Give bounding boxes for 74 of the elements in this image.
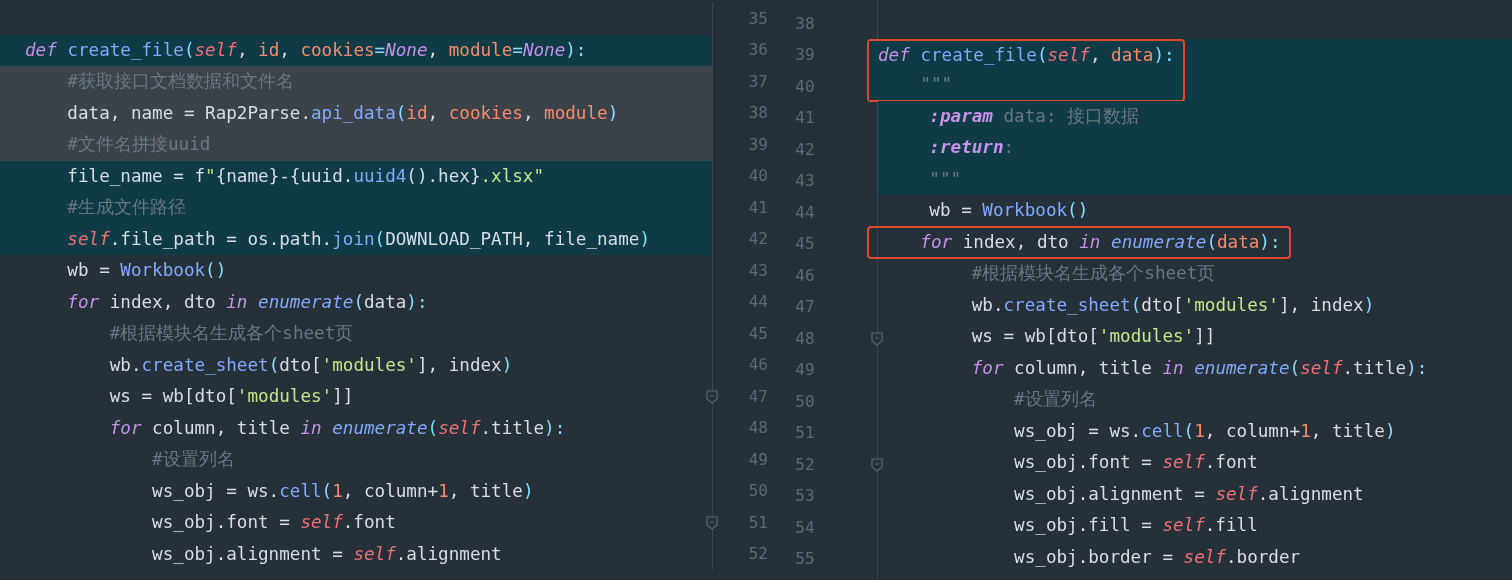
line-number: 40: [794, 75, 815, 98]
line-number: 47: [747, 385, 768, 408]
code-line: ws_obj = ws.cell(1, column+1, title): [1013, 419, 1397, 443]
fold-marker-icon[interactable]: [871, 457, 883, 472]
line-number: 39: [747, 133, 768, 156]
line-number: 43: [794, 170, 815, 193]
line-number: 44: [794, 201, 815, 224]
line-number: 41: [794, 107, 815, 130]
line-number: 50: [747, 480, 768, 503]
line-number: 37: [747, 70, 768, 93]
line-number: 48: [747, 417, 768, 440]
line-number: 44: [747, 291, 768, 314]
line-number: 41: [747, 196, 768, 219]
line-number: 45: [794, 233, 815, 256]
code-line: for column, title in enumerate(self.title):: [108, 416, 567, 440]
code-line: ws = wb[dto['modules']]: [970, 325, 1217, 348]
line-number: 36: [747, 39, 768, 62]
code-line: """: [919, 73, 954, 96]
line-number: 53: [794, 485, 815, 508]
line-number: 52: [747, 543, 768, 566]
code-line: :param data: 接口数据: [928, 104, 1141, 128]
line-number: 48: [794, 327, 815, 350]
code-line: #根据模块名生成各个sheet页: [970, 262, 1217, 285]
code-line: ws_obj.alignment = self.alignment: [1013, 482, 1365, 506]
code-line: ws_obj.fill = self.fill: [1013, 514, 1259, 537]
code-line: #根据模块名生成各个sheet页: [108, 322, 355, 345]
fold-marker-icon[interactable]: [706, 389, 718, 404]
code-line: wb = Workbook(): [928, 199, 1090, 222]
code-line: #设置列名: [1013, 388, 1098, 411]
line-number: 42: [747, 228, 768, 251]
code-line: #生成文件路径: [66, 196, 187, 219]
code-line: ws_obj.alignment = self.alignment: [151, 542, 503, 566]
line-number: 35: [747, 7, 768, 30]
code-line: for column, title in enumerate(self.title):: [970, 356, 1429, 380]
line-number: 52: [794, 453, 815, 476]
line-number: 38: [747, 102, 768, 125]
line-number: 38: [794, 12, 815, 35]
fold-marker-icon[interactable]: [706, 515, 718, 530]
line-number: 40: [747, 165, 768, 188]
line-number: 49: [747, 448, 768, 471]
line-number: 51: [747, 511, 768, 534]
code-line: """: [928, 167, 963, 191]
code-line: ws_obj.border = self.border: [1013, 545, 1302, 569]
code-line: #文件名拼接uuid: [66, 133, 212, 156]
line-number: 47: [794, 296, 815, 319]
code-line: :return:: [928, 136, 1016, 159]
code-line: ws_obj = ws.cell(1, column+1, title): [151, 479, 535, 503]
code-line: data, name = Rap2Parse.api_data(id, cookies, module): [66, 101, 620, 125]
code-line: for index, dto in enumerate(data):: [66, 290, 429, 314]
code-line: ws_obj.font = self.font: [1013, 451, 1259, 474]
line-number: 50: [794, 390, 815, 413]
line-number: 42: [794, 138, 815, 161]
line-number: 51: [794, 422, 815, 445]
line-number: 43: [747, 259, 768, 282]
line-number: 54: [794, 516, 815, 539]
code-line: ws = wb[dto['modules']]: [108, 385, 355, 408]
line-number: 46: [794, 264, 815, 287]
code-line: wb.create_sheet(dto['modules'], index): [970, 293, 1376, 317]
code-line: ws_obj.font = self.font: [151, 511, 397, 534]
line-number: 39: [794, 44, 815, 67]
line-number: 45: [747, 322, 768, 345]
code-line: def create_file(self, data):: [878, 43, 1175, 67]
code-line: self.file_path = os.path.join(DOWNLOAD_PATH, file_name): [66, 227, 651, 251]
code-line: for index, dto in enumerate(data):: [919, 230, 1281, 254]
fold-marker-icon[interactable]: [871, 331, 883, 346]
code-line: wb = Workbook(): [66, 259, 228, 282]
line-number: 55: [794, 548, 815, 571]
code-line: file_name = f"{name}-{uuid.uuid4().hex}.xlsx": [66, 164, 546, 188]
line-number: 46: [747, 354, 768, 377]
line-number: 49: [794, 359, 815, 382]
code-line: #获取接口文档数据和文件名: [66, 70, 295, 93]
code-line: wb.create_sheet(dto['modules'], index): [108, 353, 514, 377]
code-line: #设置列名: [151, 448, 236, 471]
code-line: def create_file(self, id, cookies=None, module=None):: [25, 38, 588, 62]
